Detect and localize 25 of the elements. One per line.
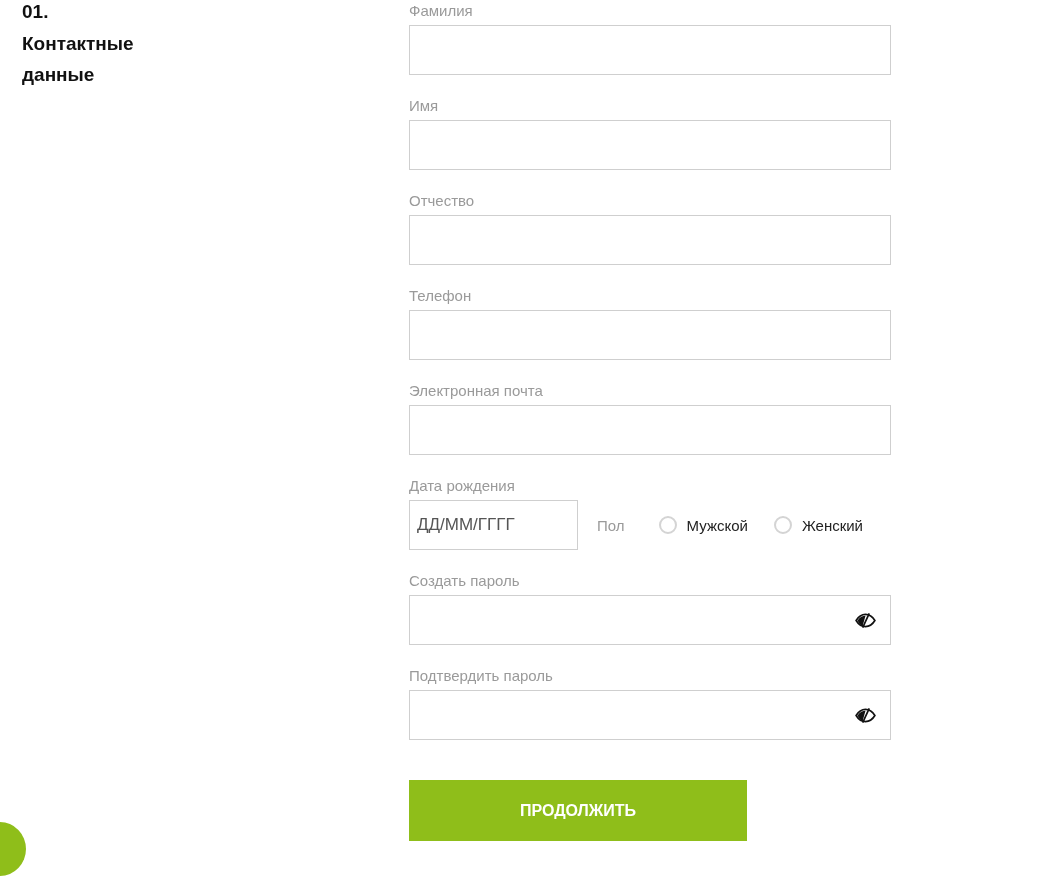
section-title: Контактные данные	[22, 31, 135, 87]
password-field[interactable]	[409, 690, 891, 740]
field-label: Отчество	[409, 191, 476, 211]
eye-slash-icon[interactable]	[855, 707, 876, 723]
radio-label[interactable]: Мужской	[686, 516, 748, 534]
date-field[interactable]: ДД/ММ/ГГГГ	[409, 500, 578, 550]
gender-label: Пол	[597, 516, 625, 534]
field-label: Фамилия	[409, 1, 474, 21]
field-label: Электронная почта	[409, 381, 544, 401]
section-number: 01.	[22, 0, 50, 24]
radio-button[interactable]	[773, 516, 792, 534]
input-field[interactable]	[409, 25, 891, 75]
field-label: Телефон	[409, 286, 473, 306]
password-field[interactable]	[409, 595, 891, 645]
input-field[interactable]	[409, 310, 891, 360]
input-field[interactable]	[409, 120, 891, 170]
field-label: Имя	[409, 96, 440, 116]
radio-button[interactable]	[658, 516, 677, 534]
input-field[interactable]	[409, 405, 891, 455]
field-label: Подтвердить пароль	[409, 666, 554, 686]
input-field[interactable]	[409, 215, 891, 265]
radio-label[interactable]: Женский	[801, 516, 863, 534]
eye-slash-icon[interactable]	[855, 612, 876, 628]
field-label: Создать пароль	[409, 571, 521, 591]
field-label: Дата рождения	[409, 476, 516, 496]
